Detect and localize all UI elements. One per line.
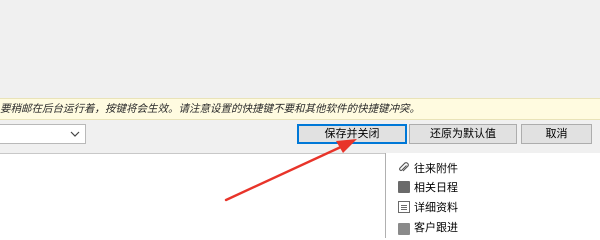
side-menu: 往来附件 相关日程 详细资料 客户跟进 bbox=[385, 153, 600, 238]
settings-dialog: 要稍邮在后台运行着，按键将会生效。请注意设置的快捷键不要和其他软件的快捷键冲突。… bbox=[0, 0, 600, 154]
box-icon bbox=[398, 222, 410, 235]
document-icon bbox=[398, 201, 410, 213]
side-item-attachments[interactable]: 往来附件 bbox=[398, 159, 458, 177]
calendar-icon bbox=[398, 181, 410, 193]
side-item-followup[interactable]: 客户跟进 bbox=[398, 218, 458, 236]
side-item-label: 客户跟进 bbox=[414, 221, 458, 234]
chevron-down-icon bbox=[70, 131, 80, 137]
restore-default-button[interactable]: 还原为默认值 bbox=[409, 124, 517, 144]
side-item-label: 详细资料 bbox=[414, 201, 458, 214]
hint-bar: 要稍邮在后台运行着，按键将会生效。请注意设置的快捷键不要和其他软件的快捷键冲突。 bbox=[0, 98, 600, 120]
save-and-close-button[interactable]: 保存并关闭 bbox=[297, 124, 407, 144]
side-item-label: 相关日程 bbox=[414, 181, 458, 194]
side-item-schedule[interactable]: 相关日程 bbox=[398, 178, 458, 196]
dropdown-select[interactable] bbox=[0, 124, 86, 144]
side-item-details[interactable]: 详细资料 bbox=[398, 198, 458, 216]
side-item-label: 往来附件 bbox=[414, 162, 458, 175]
dialog-content-area bbox=[0, 0, 600, 98]
paperclip-icon bbox=[399, 162, 409, 172]
hint-text: 要稍邮在后台运行着，按键将会生效。请注意设置的快捷键不要和其他软件的快捷键冲突。 bbox=[0, 103, 420, 115]
cancel-button[interactable]: 取消 bbox=[521, 124, 592, 144]
